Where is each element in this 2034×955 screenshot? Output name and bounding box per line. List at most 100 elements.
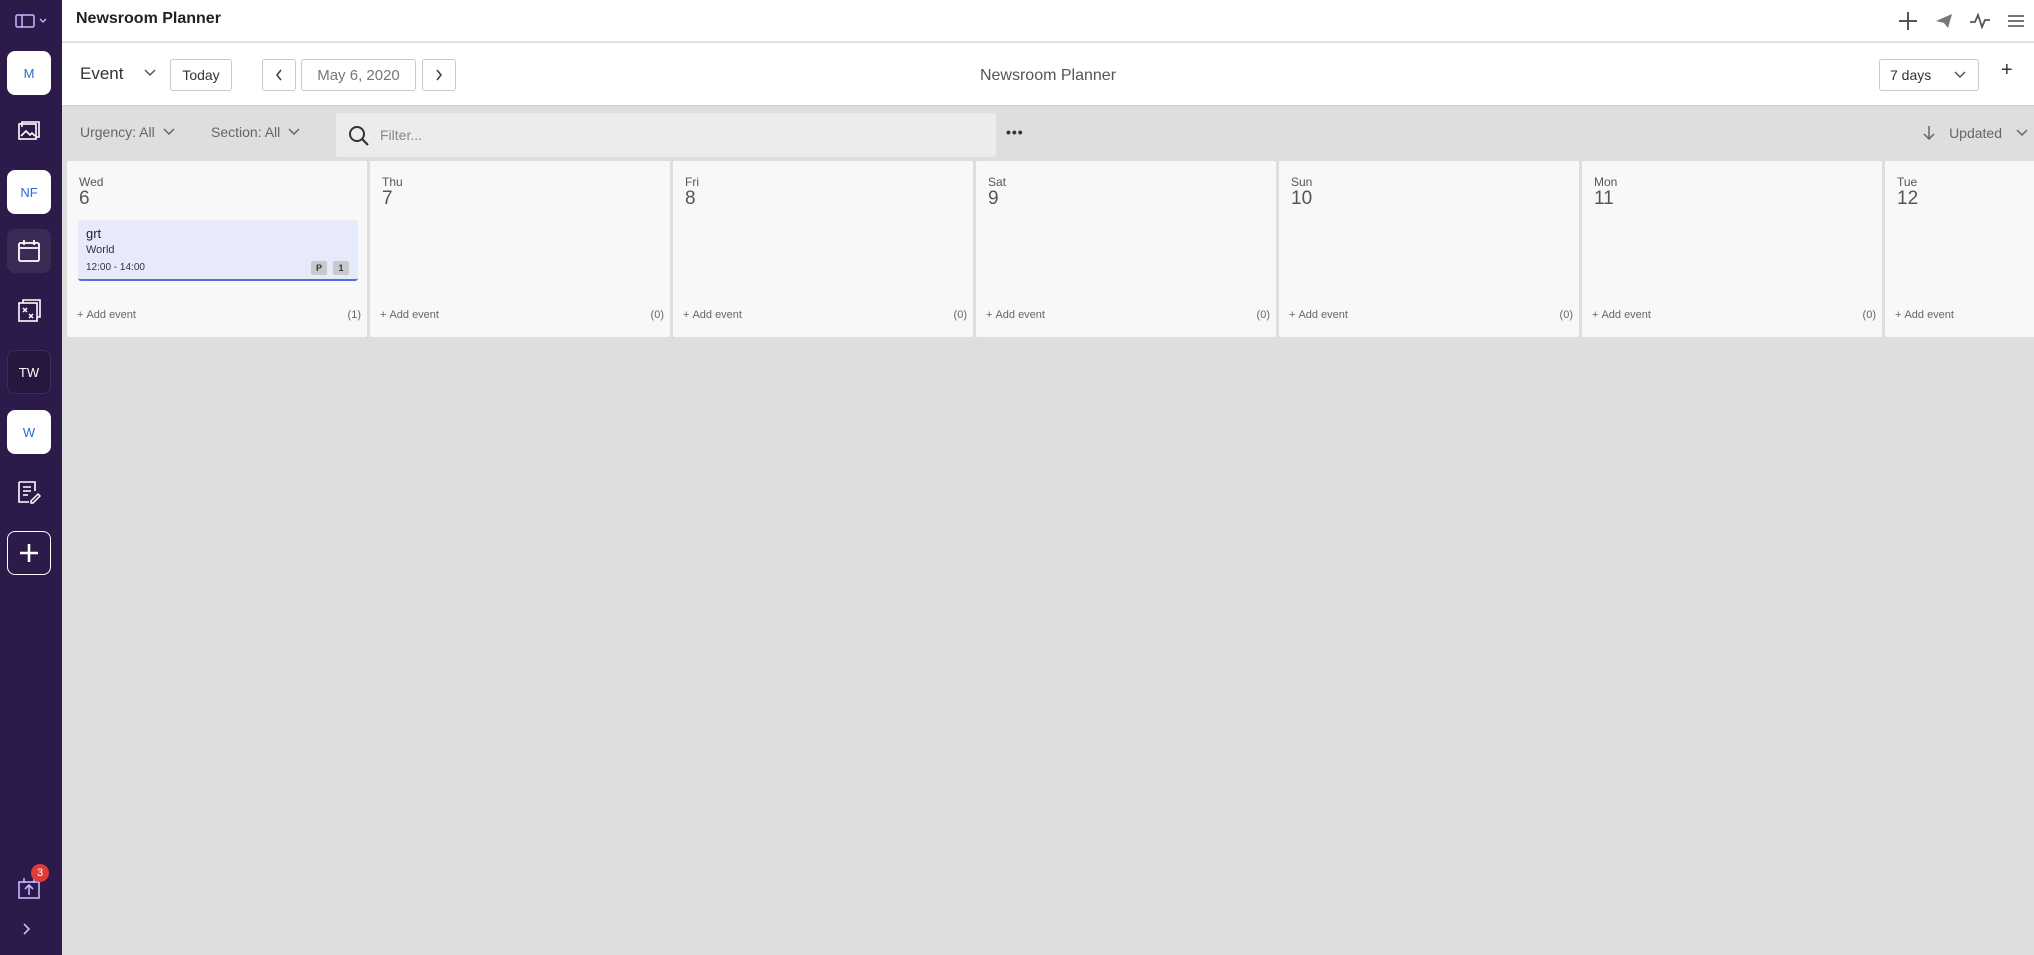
- event-count: (1): [347, 309, 361, 321]
- sort-controls: Updated: [1923, 107, 2034, 158]
- plus-icon: +: [683, 309, 690, 321]
- sort-direction-button[interactable]: [1923, 125, 1935, 141]
- event-tag-priority: P: [311, 261, 327, 275]
- chevron-down-icon: [2016, 128, 2028, 136]
- day-column-sun: Sun 10 + Add event (0): [1279, 161, 1579, 337]
- rail-item-w-desk[interactable]: W: [7, 410, 51, 454]
- event-card[interactable]: grt World 12:00 - 14:00 P 1: [78, 220, 358, 281]
- menu-icon: [2008, 15, 2024, 27]
- rail-item-nf-desk[interactable]: NF: [7, 170, 51, 214]
- date-picker[interactable]: May 6, 2020: [301, 59, 416, 91]
- more-filters-button[interactable]: •••: [1006, 124, 1024, 140]
- add-button[interactable]: [1890, 0, 1926, 42]
- sidebar-toggle-icon: [15, 14, 35, 28]
- item-type-label: Event: [80, 64, 124, 83]
- add-event-label: Add event: [1601, 309, 1651, 321]
- event-time: 12:00 - 14:00: [86, 262, 145, 273]
- range-select[interactable]: 7 days: [1879, 59, 1979, 91]
- send-button[interactable]: [1926, 0, 1962, 42]
- day-number: 10: [1291, 188, 1313, 209]
- day-name: Mon: [1594, 175, 1618, 189]
- event-tag-urgency: 1: [333, 261, 349, 275]
- activity-icon: [1970, 13, 1990, 29]
- add-event-button[interactable]: + Add event: [1289, 309, 1348, 321]
- plus-icon: +: [77, 309, 84, 321]
- rail-item-create[interactable]: [7, 531, 51, 575]
- assignment-icon: [18, 299, 41, 322]
- search-placeholder: Filter...: [380, 127, 423, 143]
- rail-item-planning[interactable]: [7, 229, 51, 273]
- add-event-button[interactable]: + Add event: [380, 309, 439, 321]
- plus-icon: [20, 544, 38, 562]
- plus-icon: [1899, 12, 1917, 30]
- activity-button[interactable]: [1962, 0, 1998, 42]
- plus-icon: +: [1895, 309, 1902, 321]
- chevron-right-icon: [23, 923, 31, 935]
- event-count: (0): [1862, 309, 1876, 321]
- main-menu-button[interactable]: [1998, 0, 2034, 42]
- day-name: Tue: [1897, 175, 1918, 189]
- add-event-button[interactable]: + Add event: [683, 309, 742, 321]
- chevron-down-icon: [1954, 71, 1966, 79]
- add-event-label: Add event: [1904, 309, 1954, 321]
- day-number: 8: [685, 188, 696, 209]
- notification-badge: 3: [31, 864, 49, 882]
- day-name: Fri: [685, 175, 699, 189]
- expand-rail-button[interactable]: [22, 922, 32, 936]
- event-section: World: [86, 244, 115, 256]
- plus-icon: +: [1289, 309, 1296, 321]
- add-planning-button[interactable]: +: [2001, 59, 2013, 82]
- calendar-icon: [18, 240, 40, 262]
- rail-item-tw-desk[interactable]: TW: [7, 350, 51, 394]
- chevron-right-icon: [436, 69, 443, 81]
- chevron-down-icon: [39, 18, 47, 23]
- rail-item-content[interactable]: [7, 470, 51, 514]
- day-column-thu: Thu 7 + Add event (0): [370, 161, 670, 337]
- item-type-dropdown[interactable]: [144, 69, 156, 77]
- day-number: 7: [382, 188, 393, 209]
- range-select-value: 7 days: [1890, 67, 1932, 83]
- sidebar-toggle[interactable]: [0, 0, 62, 42]
- chevron-left-icon: [275, 69, 282, 81]
- upload-queue-button[interactable]: 3: [7, 864, 51, 910]
- event-title: grt: [86, 226, 102, 241]
- plus-icon: +: [380, 309, 387, 321]
- day-number: 12: [1897, 188, 1919, 209]
- day-name: Sun: [1291, 175, 1313, 189]
- chevron-down-icon: [144, 69, 156, 77]
- add-event-button[interactable]: + Add event: [77, 309, 136, 321]
- day-column-mon: Mon 11 + Add event (0): [1582, 161, 1882, 337]
- add-event-label: Add event: [692, 309, 742, 321]
- section-filter[interactable]: Section: All: [211, 124, 300, 140]
- search-input[interactable]: Filter...: [336, 113, 996, 157]
- notes-icon: [18, 481, 42, 504]
- next-button[interactable]: [422, 59, 456, 91]
- chevron-down-icon: [163, 128, 175, 136]
- today-button[interactable]: Today: [170, 59, 232, 91]
- add-event-label: Add event: [389, 309, 439, 321]
- day-column-tue: Tue 12 + Add event: [1885, 161, 2034, 337]
- image-icon: [18, 121, 40, 140]
- day-column-fri: Fri 8 + Add event (0): [673, 161, 973, 337]
- day-number: 9: [988, 188, 999, 209]
- calendar-week: Wed 6 grt World 12:00 - 14:00 P 1 + Add e…: [67, 161, 2034, 337]
- left-rail: M NF TW W 3: [0, 0, 62, 955]
- urgency-filter-label: Urgency: All: [80, 124, 155, 140]
- add-event-button[interactable]: + Add event: [1895, 309, 1954, 321]
- filter-bar: Urgency: All Section: All Filter... ••• …: [62, 107, 2034, 158]
- sort-field[interactable]: Updated: [1949, 125, 2002, 141]
- event-count: (0): [953, 309, 967, 321]
- urgency-filter[interactable]: Urgency: All: [80, 124, 175, 140]
- add-event-label: Add event: [86, 309, 136, 321]
- section-filter-label: Section: All: [211, 124, 281, 140]
- rail-item-media[interactable]: [7, 110, 51, 154]
- event-count: (0): [650, 309, 664, 321]
- header-actions: [1890, 0, 2034, 42]
- previous-button[interactable]: [262, 59, 296, 91]
- add-event-button[interactable]: + Add event: [986, 309, 1045, 321]
- add-event-button[interactable]: + Add event: [1592, 309, 1651, 321]
- arrow-down-icon: [1923, 125, 1935, 140]
- rail-item-monitoring[interactable]: M: [7, 51, 51, 95]
- plus-icon: +: [986, 309, 993, 321]
- rail-item-assignments[interactable]: [7, 290, 51, 334]
